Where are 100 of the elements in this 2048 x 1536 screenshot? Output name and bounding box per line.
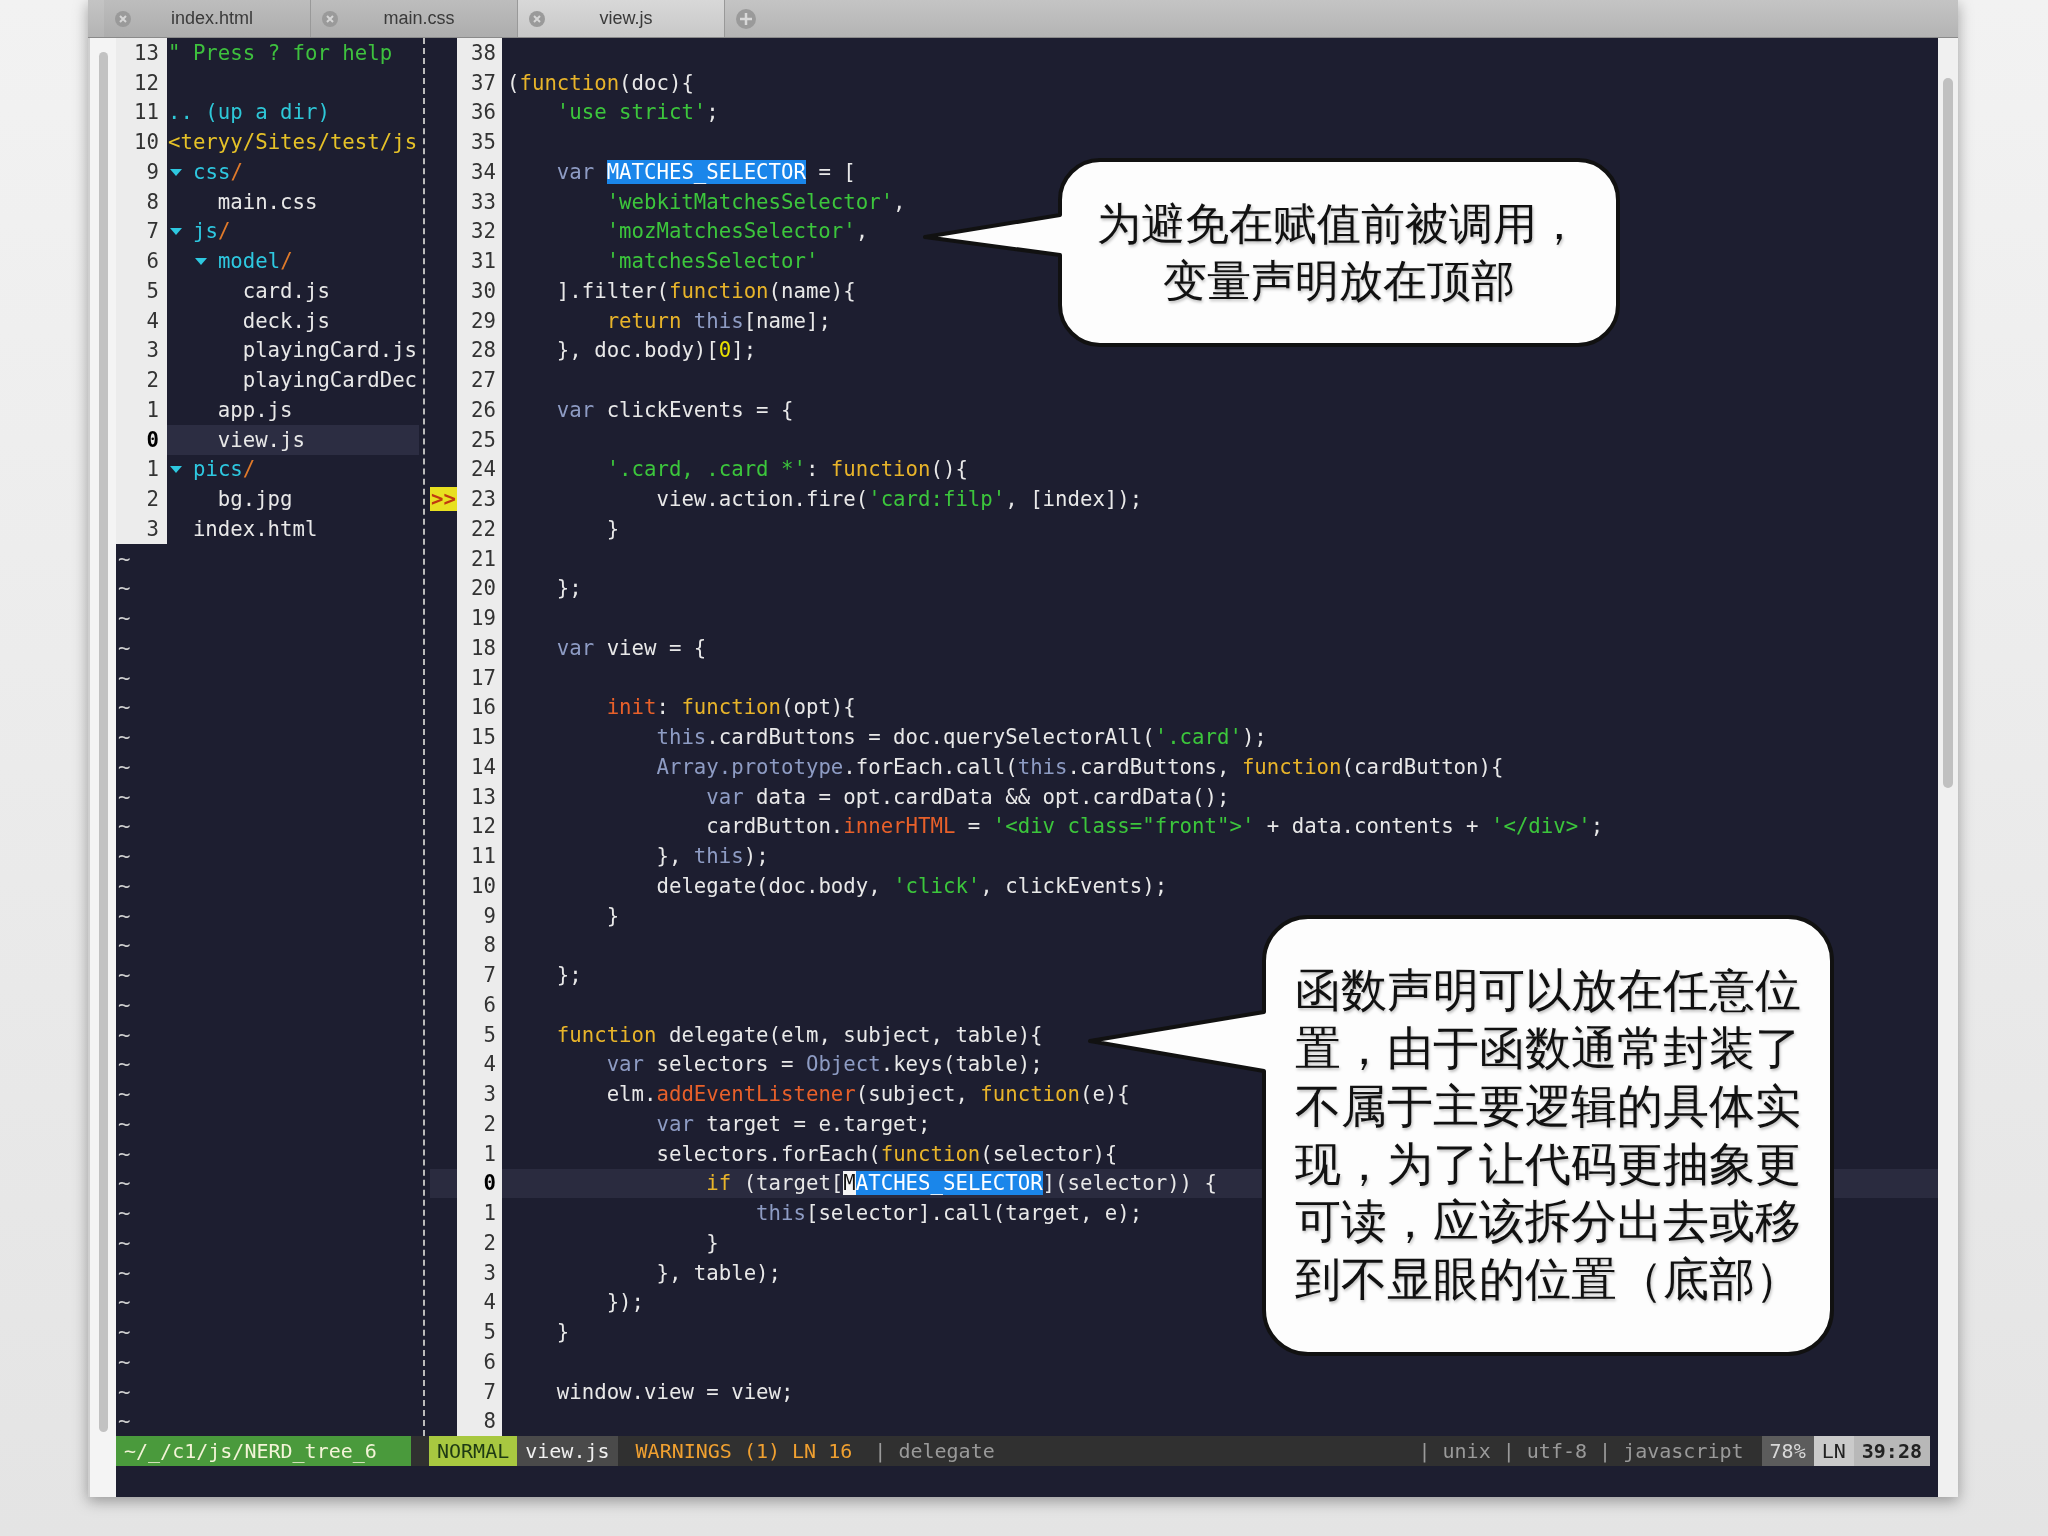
- line-number: 22: [457, 514, 502, 544]
- line-number: 2: [457, 1228, 502, 1258]
- code-line: }: [606, 903, 620, 928]
- status-text: | delegate: [873, 1438, 996, 1466]
- folder-name[interactable]: model/: [217, 249, 293, 274]
- scrollbar[interactable]: [90, 38, 116, 1497]
- line-number: 15: [457, 722, 502, 752]
- code-line: 'webkitMatchesSelector',: [606, 189, 906, 214]
- empty-line-marker: ~: [118, 1141, 131, 1166]
- line-number: 7: [116, 216, 167, 247]
- line-number: 1: [457, 1138, 502, 1169]
- line-label: LN: [1813, 1436, 1854, 1467]
- mode-indicator: NORMAL: [429, 1436, 518, 1467]
- empty-line-marker: ~: [118, 1320, 131, 1345]
- file-name[interactable]: bg.jpg: [217, 487, 293, 512]
- file-name[interactable]: playingCard.js: [242, 338, 418, 363]
- code-line: }: [706, 1230, 719, 1255]
- close-icon[interactable]: [321, 9, 339, 28]
- folder-name[interactable]: js/: [193, 219, 231, 244]
- line-number: 0: [457, 1168, 502, 1199]
- line-number: 4: [457, 1049, 502, 1080]
- up-directory[interactable]: .. (up a dir): [168, 100, 330, 125]
- scrollbar[interactable]: [1938, 38, 1958, 1497]
- line-number: 6: [457, 990, 502, 1020]
- add-tab-icon[interactable]: [735, 7, 757, 30]
- file-name[interactable]: view.js: [217, 427, 305, 452]
- code-line: var clickEvents = {: [556, 397, 794, 422]
- tab[interactable]: index.html: [104, 0, 311, 37]
- code-line: function delegate(elm, subject, table){: [556, 1022, 1043, 1047]
- code-line: elm.addEventListener(subject, function(e){: [606, 1082, 1130, 1107]
- empty-line-marker: ~: [118, 784, 131, 809]
- line-number: 32: [457, 216, 502, 247]
- empty-line-marker: ~: [118, 546, 131, 571]
- empty-line-marker: ~: [118, 963, 131, 988]
- close-icon[interactable]: [114, 9, 132, 28]
- code-line: delegate(doc.body, 'click', clickEvents);: [656, 873, 1168, 898]
- line-number: 31: [457, 246, 502, 276]
- line-number: 3: [457, 1079, 502, 1109]
- file-name[interactable]: card.js: [242, 278, 330, 303]
- code-line: return this[name];: [606, 308, 831, 333]
- line-number: 25: [457, 424, 502, 455]
- line-number: 8: [457, 930, 502, 961]
- code-line: init: function(opt){: [606, 695, 856, 720]
- code-line: ].filter(function(name){: [556, 278, 856, 303]
- empty-line-marker: ~: [118, 933, 131, 958]
- line-number: 8: [116, 186, 167, 217]
- folder-name[interactable]: pics/: [193, 457, 256, 482]
- tab[interactable]: view.js: [518, 0, 725, 37]
- line-number: 1: [116, 454, 167, 485]
- empty-line-marker: ~: [118, 844, 131, 869]
- file-name[interactable]: index.html: [192, 516, 318, 541]
- line-number: 13: [116, 38, 167, 68]
- line-number: 5: [457, 1317, 502, 1347]
- empty-line-marker: ~: [118, 1230, 131, 1255]
- file-name[interactable]: deck.js: [242, 308, 330, 333]
- line-number: 8: [457, 1406, 502, 1437]
- empty-line-marker: ~: [118, 814, 131, 839]
- code-line: Array.prototype.forEach.call(this.cardButtons, function(cardButton){: [656, 754, 1504, 779]
- callout-text: 函数声明可以放在任意位 置，由于函数通常封装了 不属于主要逻辑的具体实 现，为了让代码更抽象更 可读，应该拆分出去或移 到不显眼的位置（底部）: [1295, 961, 1801, 1309]
- file-name: view.js: [517, 1436, 618, 1467]
- empty-line-marker: ~: [118, 754, 131, 779]
- cursor-position: 39:28: [1853, 1436, 1930, 1467]
- empty-line-marker: ~: [118, 1349, 131, 1374]
- scrollbar-thumb[interactable]: [1943, 78, 1953, 788]
- tab[interactable]: main.css: [311, 0, 518, 37]
- empty-line-marker: ~: [118, 1409, 131, 1434]
- code-line: (function(doc){: [507, 70, 694, 95]
- line-number: 2: [116, 365, 167, 395]
- empty-line-marker: ~: [118, 1260, 131, 1285]
- line-number: 23: [457, 484, 502, 514]
- line-number: 2: [457, 1109, 502, 1139]
- code-line: selectors.forEach(function(selector){: [656, 1141, 1118, 1166]
- code-line: 'matchesSelector': [606, 249, 819, 274]
- line-number: 27: [457, 365, 502, 395]
- help-hint: " Press ? for help: [168, 40, 393, 65]
- line-number: 4: [457, 1287, 502, 1318]
- code-line: if (target[MATCHES_SELECTOR](selector)) {: [706, 1171, 1217, 1196]
- file-name[interactable]: app.js: [217, 397, 293, 422]
- file-name[interactable]: main.css: [217, 189, 318, 214]
- empty-line-marker: ~: [118, 635, 131, 660]
- root-path: <teryy/Sites/test/js: [168, 130, 418, 155]
- empty-line-marker: ~: [118, 903, 131, 928]
- empty-line-marker: ~: [118, 1290, 131, 1315]
- code-line: '.card, .card *': function(){: [606, 457, 968, 482]
- line-number: 6: [457, 1347, 502, 1377]
- code-line: window.view = view;: [556, 1379, 794, 1404]
- scrollbar-thumb[interactable]: [99, 52, 108, 1432]
- empty-line-marker: ~: [118, 1022, 131, 1047]
- empty-line-marker: ~: [118, 606, 131, 631]
- code-line: }, table);: [656, 1260, 782, 1285]
- code-line: };: [556, 576, 582, 601]
- code-line: }, doc.body)[0];: [556, 338, 757, 363]
- empty-line-marker: ~: [118, 665, 131, 690]
- close-icon[interactable]: [528, 9, 546, 28]
- line-number: 7: [457, 960, 502, 990]
- empty-line-marker: ~: [118, 1201, 131, 1226]
- line-number: 38: [457, 38, 502, 68]
- folder-name[interactable]: css/: [193, 159, 243, 184]
- line-number: 0: [116, 424, 167, 455]
- file-name[interactable]: playingCardDec: [242, 368, 418, 393]
